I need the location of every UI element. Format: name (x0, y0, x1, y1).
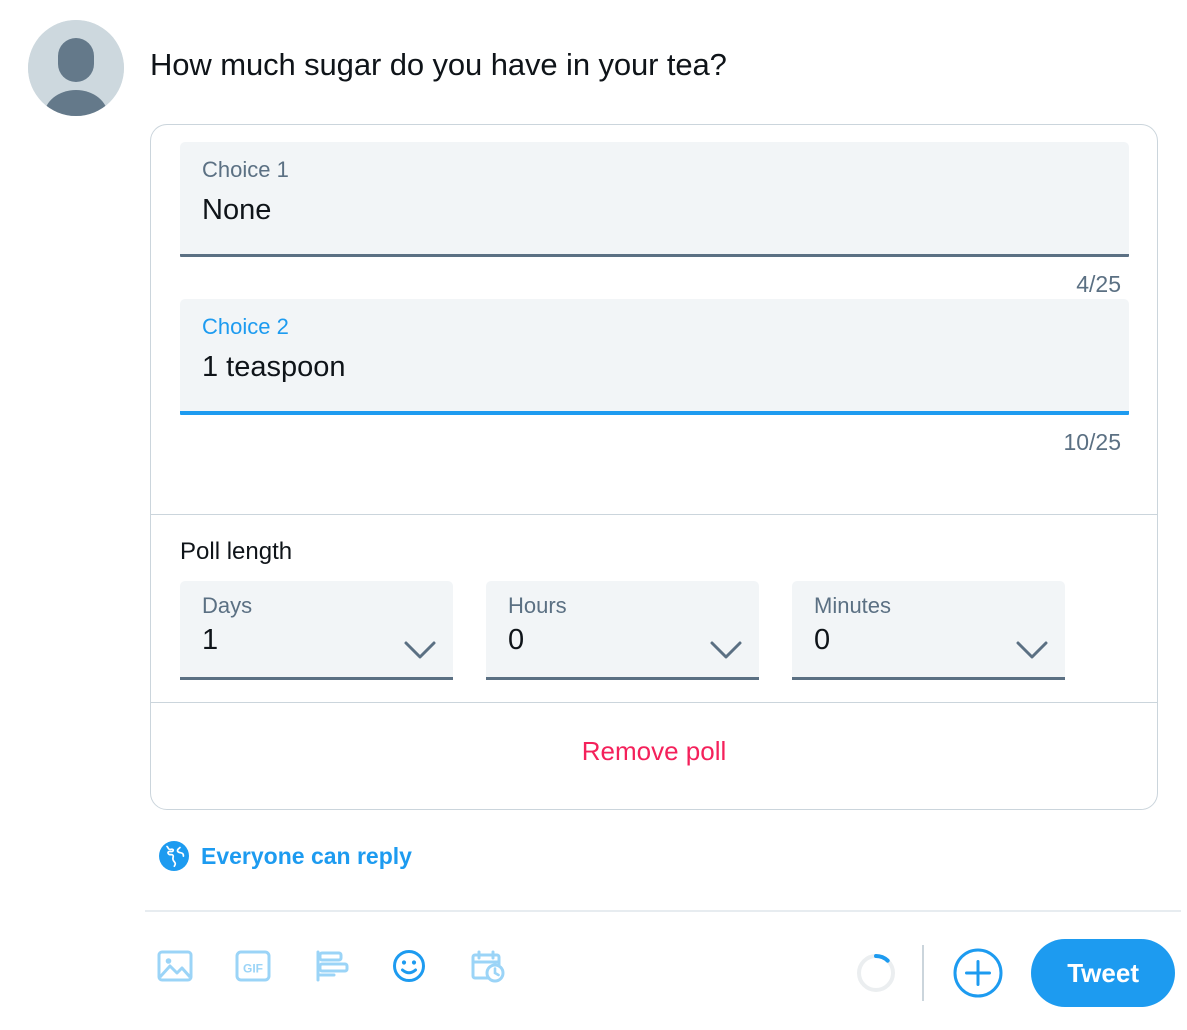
choice-2-field[interactable]: Choice 2 1 teaspoon (180, 299, 1129, 411)
gif-button[interactable]: GIF (223, 936, 283, 996)
poll-choice-1: Choice 1 None 4/25 (180, 142, 1129, 299)
poll-hours-label: Hours (508, 593, 567, 618)
poll-minutes-underline (792, 677, 1065, 680)
remove-poll-button[interactable]: Remove poll (582, 735, 727, 767)
poll-choice-2: Choice 2 1 teaspoon 10/25 (180, 299, 1129, 457)
toolbar-right-cluster: Tweet (854, 932, 1175, 1014)
choice-1-label: Choice 1 (202, 157, 289, 182)
choice-1-field[interactable]: Choice 1 None (180, 142, 1129, 254)
poll-hours-select[interactable]: Hours 0 (486, 581, 759, 680)
character-count-ring (857, 954, 896, 992)
reply-scope-button[interactable]: Everyone can reply (158, 840, 412, 872)
tweet-composer: How much sugar do you have in your tea? … (0, 0, 1187, 1030)
globe-icon (159, 841, 189, 871)
schedule-icon (471, 950, 505, 983)
poll-minutes-inner: Minutes 0 (792, 581, 1065, 677)
choice-2-label: Choice 2 (202, 314, 289, 339)
tweet-button[interactable]: Tweet (1031, 939, 1175, 1007)
poll-hours-underline (486, 677, 759, 680)
add-thread-button[interactable] (950, 945, 1006, 1001)
composer-toolbar: GIF Tweet (145, 932, 1181, 1014)
gif-icon: GIF (235, 950, 271, 982)
svg-text:GIF: GIF (243, 962, 263, 976)
choice-1-counter: 4/25 (1076, 271, 1121, 297)
choice-1-value: None (202, 194, 272, 226)
tweet-text[interactable]: How much sugar do you have in your tea? (150, 45, 727, 85)
choice-2-value: 1 teaspoon (202, 351, 346, 383)
reply-scope-label: Everyone can reply (201, 843, 412, 869)
chevron-down-icon (1016, 641, 1048, 659)
poll-hours-inner: Hours 0 (486, 581, 759, 677)
media-button[interactable] (145, 936, 205, 996)
emoji-icon (393, 950, 425, 982)
poll-days-inner: Days 1 (180, 581, 453, 677)
poll-length-title: Poll length (180, 538, 293, 565)
toolbar-icons: GIF (145, 936, 517, 996)
schedule-button[interactable] (457, 936, 517, 996)
poll-days-select[interactable]: Days 1 (180, 581, 453, 680)
image-icon (157, 950, 193, 982)
plus-circle-icon (953, 948, 1003, 998)
avatar (28, 20, 124, 116)
poll-minutes-label: Minutes (814, 593, 892, 618)
choice-2-counter: 10/25 (1063, 429, 1121, 455)
poll-hours-value: 0 (508, 624, 525, 656)
chevron-down-icon (710, 641, 742, 659)
poll-length-section: Poll length Days 1 Hours 0 Minutes 0 (151, 515, 1157, 702)
poll-minutes-value: 0 (814, 624, 831, 656)
poll-days-value: 1 (202, 624, 219, 656)
emoji-button[interactable] (379, 936, 439, 996)
poll-days-label: Days (202, 593, 253, 618)
remove-poll-row: Remove poll (151, 703, 1157, 799)
chevron-down-icon (404, 641, 436, 659)
poll-card: Choice 1 None 4/25 Choice 2 1 teaspoon 1… (150, 124, 1158, 810)
poll-icon (316, 950, 349, 982)
poll-button[interactable] (301, 936, 361, 996)
poll-days-underline (180, 677, 453, 680)
avatar-person-icon (28, 20, 124, 116)
toolbar-vertical-divider (922, 945, 925, 1001)
poll-minutes-select[interactable]: Minutes 0 (792, 581, 1065, 680)
poll-length-selects: Days 1 Hours 0 Minutes 0 (180, 581, 1129, 680)
toolbar-divider (145, 910, 1181, 912)
poll-choices-section: Choice 1 None 4/25 Choice 2 1 teaspoon 1… (151, 125, 1157, 514)
